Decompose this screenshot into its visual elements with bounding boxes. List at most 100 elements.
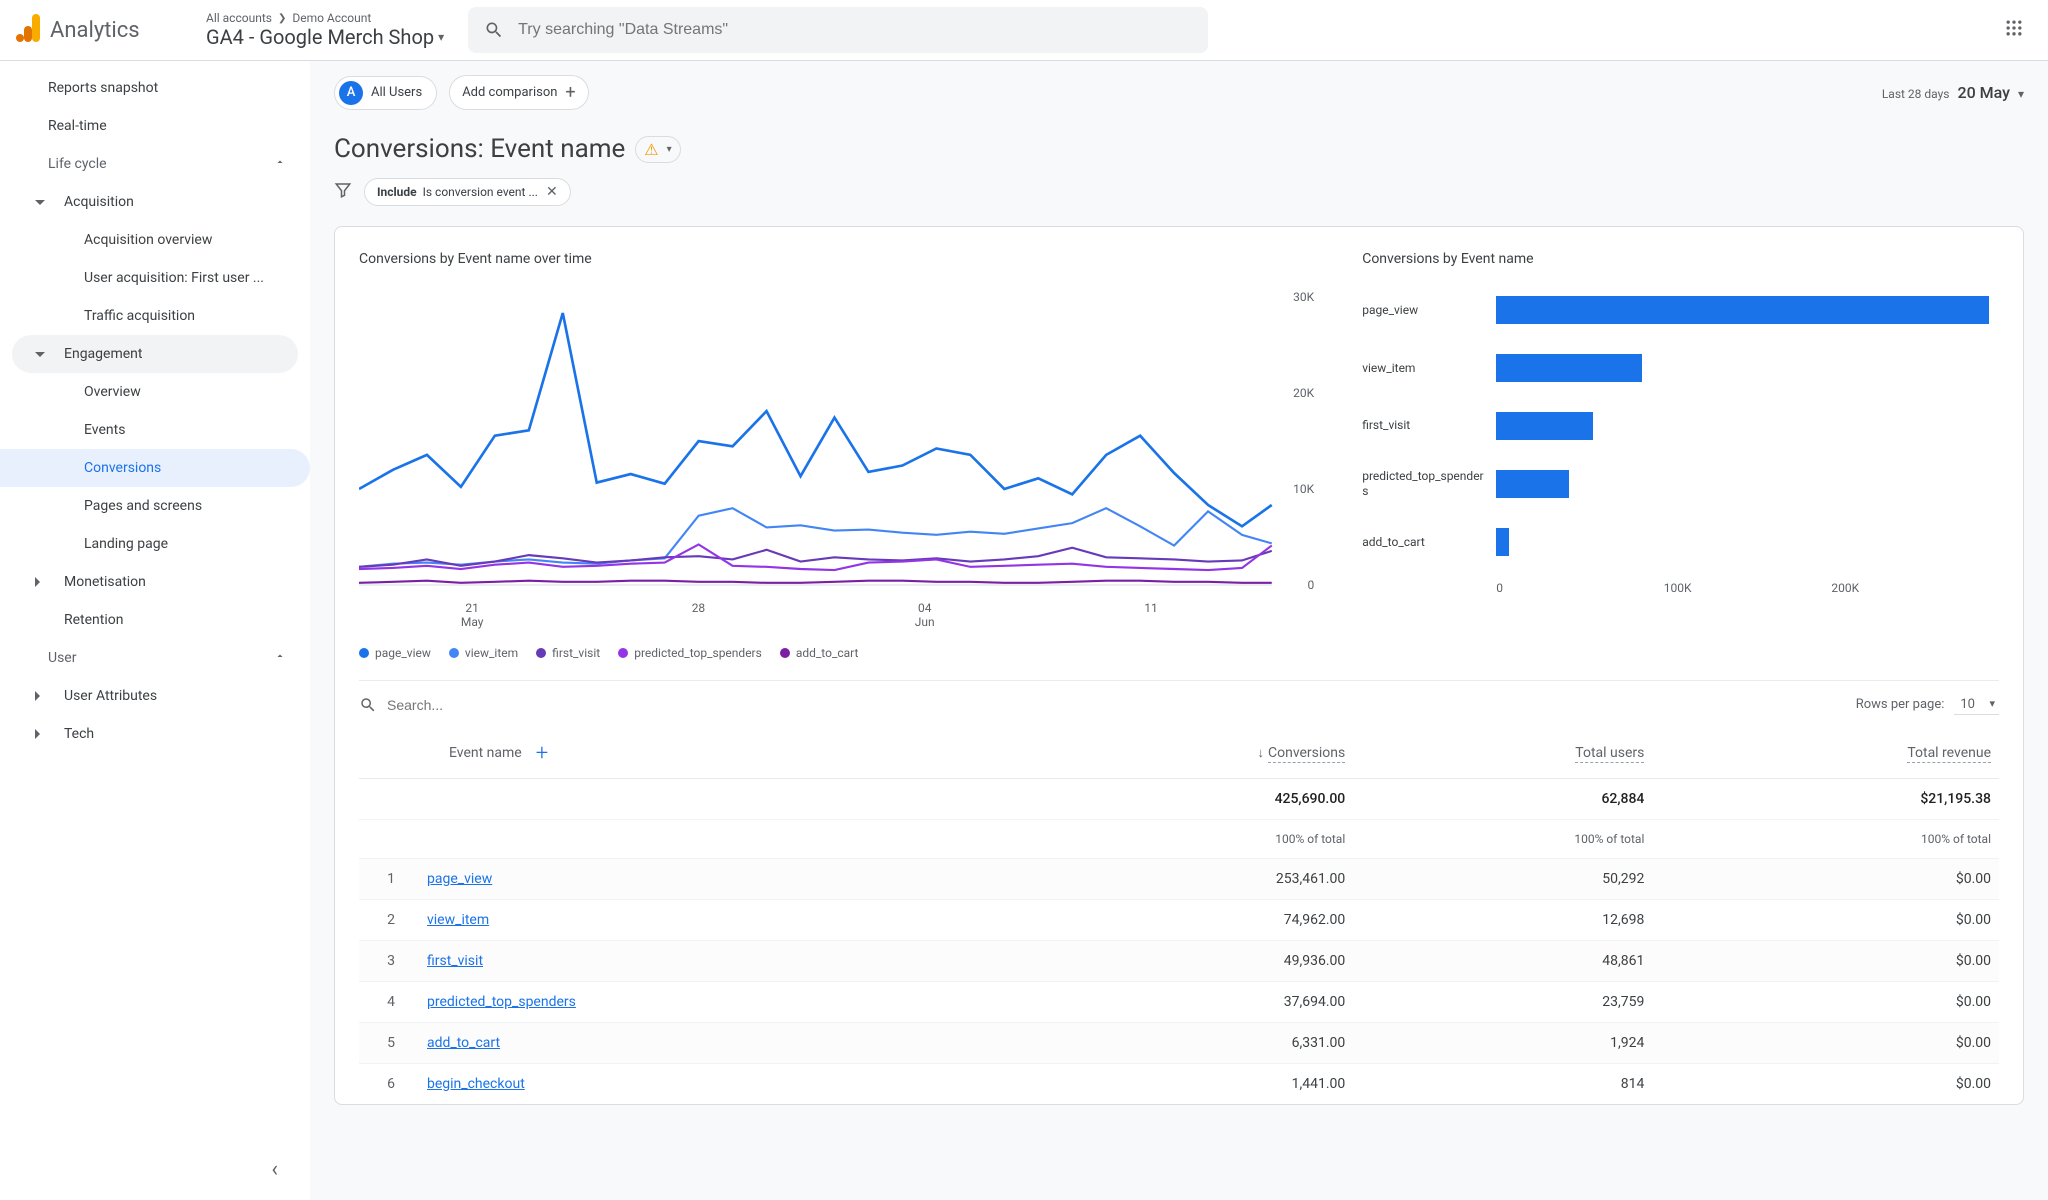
total-conversions: 425,690.00 — [992, 778, 1353, 819]
col-total-revenue[interactable]: Total revenue — [1652, 729, 1999, 779]
header-right — [2004, 18, 2024, 42]
hbar-row: predicted_top_spenders — [1362, 469, 1989, 498]
sidebar-realtime[interactable]: Real-time — [0, 107, 310, 145]
sidebar-retention[interactable]: Retention — [0, 601, 310, 639]
event-link[interactable]: add_to_cart — [427, 1035, 500, 1051]
line-x-axis: 21 May 28 04 Jun 11 — [359, 601, 1314, 630]
legend-item: add_to_cart — [780, 646, 859, 660]
hbar-fill — [1496, 412, 1593, 440]
property-selector[interactable]: All accounts ❯ Demo Account GA4 - Google… — [206, 11, 444, 49]
col-event-name[interactable]: Event name+ — [359, 729, 992, 779]
legend-item: view_item — [449, 646, 518, 660]
filter-icon[interactable] — [334, 181, 352, 203]
search-input[interactable] — [516, 20, 1192, 40]
apps-icon[interactable] — [2004, 18, 2024, 42]
warning-chip[interactable]: ⚠ ▾ — [635, 136, 680, 163]
segment-badge-icon: A — [339, 81, 363, 105]
event-link[interactable]: first_visit — [427, 953, 483, 969]
table-row: 1page_view253,461.0050,292$0.00 — [359, 858, 1999, 899]
hbar-fill — [1496, 528, 1508, 556]
sidebar-monetisation[interactable]: Monetisation — [0, 563, 310, 601]
sidebar-tech[interactable]: Tech — [0, 715, 310, 753]
lifecycle-label: Life cycle — [48, 156, 107, 172]
col-total-users[interactable]: Total users — [1353, 729, 1652, 779]
warning-triangle-icon: ⚠ — [644, 140, 658, 159]
line-chart: Conversions by Event name over time 30K … — [359, 251, 1314, 680]
filter-chip-label: Include — [377, 185, 417, 199]
sidebar-eng-overview[interactable]: Overview — [0, 373, 310, 411]
totals-row: 425,690.00 62,884 $21,195.38 — [359, 778, 1999, 819]
sidebar-eng-pages[interactable]: Pages and screens — [0, 487, 310, 525]
hbar-label: first_visit — [1362, 418, 1484, 432]
rpp-select[interactable]: 10 — [1954, 695, 1999, 715]
filter-chip-text: Is conversion event ... — [423, 185, 538, 199]
event-link[interactable]: begin_checkout — [427, 1076, 525, 1092]
caret-right-icon — [35, 577, 40, 587]
table-row: 6begin_checkout1,441.00814$0.00 — [359, 1063, 1999, 1104]
table-row: 4predicted_top_spenders37,694.0023,759$0… — [359, 981, 1999, 1022]
chevron-up-icon — [274, 156, 286, 172]
hbar-label: page_view — [1362, 303, 1484, 317]
date-range-picker[interactable]: Last 28 days 20 May ▾ — [1882, 83, 2024, 102]
hbar-track — [1496, 412, 1989, 440]
hbar-row: first_visit — [1362, 412, 1989, 440]
crumb-accounts: All accounts — [206, 11, 272, 25]
table-row: 2view_item74,962.0012,698$0.00 — [359, 899, 1999, 940]
hbar-label: view_item — [1362, 361, 1484, 375]
segment-label: All Users — [371, 85, 422, 100]
sidebar-acq-overview[interactable]: Acquisition overview — [0, 221, 310, 259]
event-link[interactable]: predicted_top_spenders — [427, 994, 576, 1010]
x-tick: 04 Jun — [812, 601, 1038, 630]
sidebar-engagement[interactable]: Engagement — [12, 335, 298, 373]
account-breadcrumb: All accounts ❯ Demo Account — [206, 11, 444, 25]
table-search-input[interactable] — [385, 696, 570, 714]
y-tick-20k: 20K — [1293, 386, 1314, 400]
property-label: GA4 - Google Merch Shop — [206, 25, 434, 49]
sidebar-acquisition[interactable]: Acquisition — [0, 183, 310, 221]
charts-row: Conversions by Event name over time 30K … — [359, 251, 1999, 680]
hbar-track — [1496, 296, 1989, 324]
sidebar-section-user[interactable]: User — [0, 639, 310, 677]
col-conversions[interactable]: ↓Conversions — [992, 729, 1353, 779]
legend-dot-icon — [536, 648, 546, 658]
legend-item: page_view — [359, 646, 431, 660]
sidebar-section-lifecycle[interactable]: Life cycle — [0, 145, 310, 183]
event-link[interactable]: view_item — [427, 912, 489, 928]
filter-chip[interactable]: Include Is conversion event ... ✕ — [364, 178, 571, 206]
total-revenue: $21,195.38 — [1652, 778, 1999, 819]
caret-right-icon — [35, 729, 40, 739]
legend-item: first_visit — [536, 646, 600, 660]
sort-down-icon: ↓ — [1257, 746, 1264, 761]
caret-down-icon — [35, 200, 45, 205]
crumb-demo: Demo Account — [292, 11, 371, 25]
sidebar-acq-traffic[interactable]: Traffic acquisition — [0, 297, 310, 335]
sidebar-eng-landing[interactable]: Landing page — [0, 525, 310, 563]
hbar-row: page_view — [1362, 296, 1989, 324]
property-name[interactable]: GA4 - Google Merch Shop ▾ — [206, 25, 444, 49]
app-name: Analytics — [50, 18, 140, 43]
bar-x-tick: 200K — [1831, 581, 1999, 595]
chevron-right-icon: ❯ — [278, 13, 286, 24]
sidebar-eng-conversions[interactable]: Conversions — [0, 449, 310, 487]
date-range-value: 20 May — [1957, 83, 2010, 102]
line-chart-area: 30K 20K 10K 0 — [359, 281, 1314, 601]
close-icon[interactable]: ✕ — [544, 184, 560, 200]
bar-chart: Conversions by Event name page_view view_… — [1362, 251, 1999, 680]
sidebar-user-attributes[interactable]: User Attributes — [0, 677, 310, 715]
add-column-button[interactable]: + — [536, 741, 548, 766]
sidebar-acq-user[interactable]: User acquisition: First user ... — [0, 259, 310, 297]
search-bar[interactable] — [468, 7, 1208, 53]
segment-all-users[interactable]: A All Users — [334, 76, 437, 110]
sidebar-reports-snapshot[interactable]: Reports snapshot — [0, 69, 310, 107]
bar-chart-title: Conversions by Event name — [1362, 251, 1999, 267]
analytics-logo-icon — [16, 14, 42, 46]
collapse-sidebar-button[interactable]: ‹ — [271, 1157, 278, 1182]
sidebar-eng-events[interactable]: Events — [0, 411, 310, 449]
plus-icon: + — [565, 82, 575, 103]
bar-x-tick: 0 — [1496, 581, 1664, 595]
hbar-fill — [1496, 296, 1989, 324]
event-link[interactable]: page_view — [427, 871, 492, 887]
add-comparison-button[interactable]: Add comparison + — [449, 75, 588, 110]
page-title: Conversions: Event name — [334, 134, 625, 164]
add-comparison-label: Add comparison — [462, 85, 557, 100]
